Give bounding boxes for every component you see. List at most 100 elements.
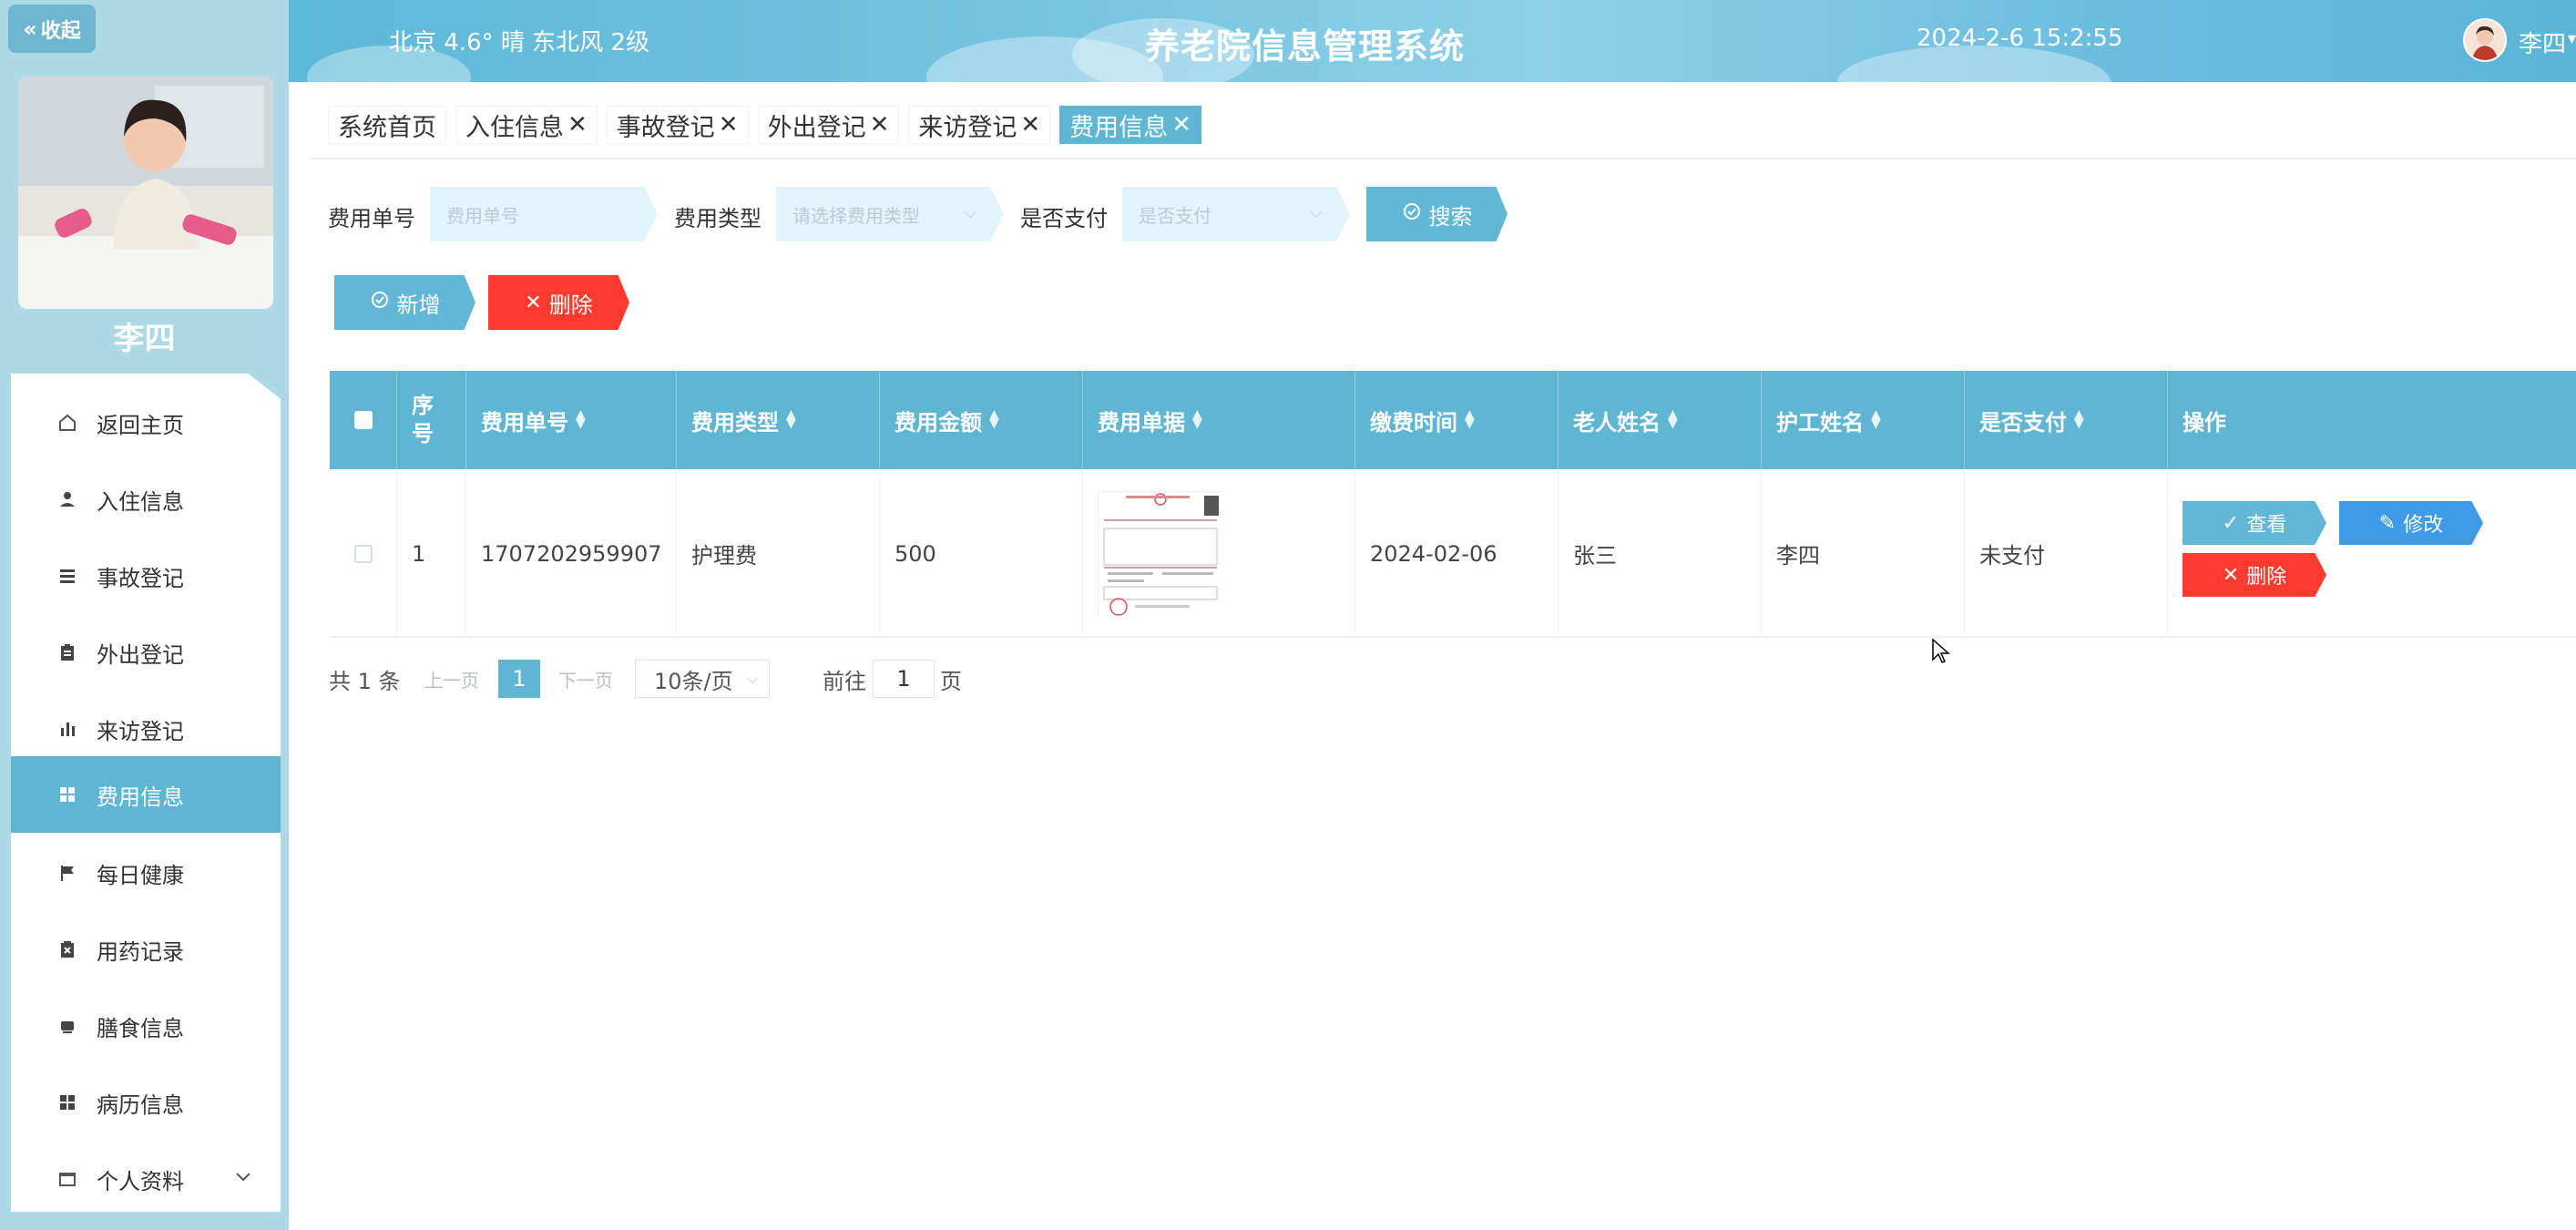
header-paid[interactable]: 是否支付 ▲ ▼ — [1965, 371, 2168, 469]
sidebar-item-outing[interactable]: 外出登记 — [11, 614, 281, 691]
list-icon — [55, 563, 80, 589]
tab-label: 费用信息 — [1069, 113, 1169, 142]
tab-home[interactable]: 系统首页 — [328, 106, 446, 144]
check-icon: ✓ — [2222, 511, 2240, 535]
close-icon[interactable]: ✕ — [567, 111, 588, 138]
close-icon[interactable]: ✕ — [719, 111, 739, 138]
wallet-icon — [55, 1166, 80, 1192]
prev-label: 上一页 — [424, 669, 479, 692]
pagination-prev[interactable]: 上一页 — [424, 658, 479, 700]
cell-receipt — [1083, 469, 1355, 638]
double-chevron-left-icon: « — [23, 15, 37, 42]
meal-icon — [55, 1013, 80, 1039]
close-icon[interactable]: ✕ — [1020, 111, 1040, 138]
tab-accident[interactable]: 事故登记 ✕ — [606, 106, 749, 144]
sidebar-item-label: 个人资料 — [97, 1168, 184, 1194]
header-label: 缴费时间 — [1370, 409, 1457, 436]
view-button[interactable]: ✓ 查看 — [2182, 501, 2326, 545]
fee-type-select[interactable]: 请选择费用类型 ⌵ — [776, 187, 1004, 241]
chevron-down-icon[interactable] — [233, 1166, 253, 1192]
sidebar-item-home[interactable]: 返回主页 — [11, 384, 281, 461]
pagination-next[interactable]: 下一页 — [558, 658, 613, 700]
cell-paid: 未支付 — [1965, 469, 2168, 638]
header-receipt[interactable]: 费用单据 ▲ ▼ — [1083, 371, 1355, 469]
header-index: 序号 — [397, 371, 466, 469]
sidebar-item-label: 膳食信息 — [97, 1015, 184, 1041]
grid-icon — [55, 782, 80, 807]
table-row: 1 1707202959907 护理费 500 2024-02-06 张三 李四… — [330, 469, 2576, 638]
delete-button-label: 删除 — [2246, 566, 2287, 589]
tab-visit[interactable]: 来访登记 ✕ — [908, 106, 1051, 144]
sidebar-item-label: 事故登记 — [97, 565, 184, 591]
header-amount[interactable]: 费用金额 ▲ ▼ — [880, 371, 1083, 469]
close-icon: ✕ — [2222, 563, 2240, 587]
table-header: 序号 费用单号 ▲ ▼ 费用类型 ▲ ▼ 费用金额 ▲ ▼ 费用单据 ▲ ▼ 缴费时间 … — [330, 371, 2576, 469]
sidebar-item-accident[interactable]: 事故登记 — [11, 538, 281, 614]
top-header: 北京 4.6° 晴 东北风 2级 养老院信息管理系统 2024-2-6 15:2… — [289, 0, 2576, 82]
header-label: 老人姓名 — [1573, 409, 1661, 436]
current-page: 1 — [498, 660, 540, 698]
mouse-cursor-icon — [1931, 638, 1951, 669]
chevron-down-icon: ⌵ — [1310, 203, 1323, 222]
header-user-name[interactable]: 李四 — [2519, 26, 2566, 59]
header-elder-name[interactable]: 老人姓名 ▲ ▼ — [1559, 371, 1762, 469]
goto-page-input[interactable]: 1 — [873, 658, 935, 700]
home-icon — [55, 410, 80, 436]
close-icon[interactable]: ✕ — [870, 111, 890, 138]
sort-icon[interactable]: ▲ ▼ — [1668, 408, 1678, 430]
edit-button[interactable]: ✎ 修改 — [2339, 501, 2483, 545]
sidebar-item-profile[interactable]: 个人资料 — [11, 1141, 281, 1212]
tab-checkin[interactable]: 入住信息 ✕ — [455, 106, 598, 144]
user-icon — [55, 487, 80, 512]
edit-icon: ✎ — [2378, 511, 2397, 535]
row-delete-button[interactable]: ✕ 删除 — [2182, 553, 2326, 597]
select-all-checkbox[interactable] — [353, 411, 373, 429]
search-button[interactable]: 搜索 — [1366, 187, 1508, 241]
paid-select[interactable]: 是否支付 ⌵ — [1122, 187, 1350, 241]
header-caregiver-name[interactable]: 护工姓名 ▲ ▼ — [1762, 371, 1965, 469]
fee-no-input[interactable]: 费用单号 — [430, 187, 658, 241]
close-icon[interactable]: ✕ — [1171, 111, 1191, 138]
grid-icon — [55, 1090, 80, 1115]
sort-icon[interactable]: ▲ ▼ — [989, 408, 999, 430]
header-label: 护工姓名 — [1776, 409, 1864, 436]
page-size-select[interactable]: 10条/页 ⌵ — [635, 658, 770, 700]
cell-amount: 500 — [880, 469, 1083, 638]
pagination-page-1[interactable]: 1 — [498, 658, 540, 700]
sidebar-item-records[interactable]: 病历信息 — [11, 1064, 281, 1141]
sidebar-item-fee[interactable]: 费用信息 — [11, 756, 281, 833]
sort-icon[interactable]: ▲ ▼ — [786, 408, 796, 430]
batch-delete-button[interactable]: ✕ 删除 — [488, 275, 629, 330]
sidebar-item-checkin[interactable]: 入住信息 — [11, 461, 281, 538]
row-select-cell — [330, 469, 397, 638]
sort-icon[interactable]: ▲ ▼ — [2074, 408, 2084, 430]
tab-label: 入住信息 — [465, 113, 564, 142]
paid-placeholder: 是否支付 — [1139, 204, 1211, 227]
header-fee-no[interactable]: 费用单号 ▲ ▼ — [466, 371, 677, 469]
sidebar-item-health[interactable]: 每日健康 — [11, 835, 281, 911]
sort-icon[interactable]: ▲ ▼ — [1465, 408, 1475, 430]
tab-label: 事故登记 — [616, 113, 715, 142]
header-paid-time[interactable]: 缴费时间 ▲ ▼ — [1355, 371, 1559, 469]
tab-bar: 系统首页 入住信息 ✕ 事故登记 ✕ 外出登记 ✕ 来访登记 ✕ 费用信息 ✕ — [328, 106, 1201, 144]
tab-fee[interactable]: 费用信息 ✕ — [1059, 106, 1201, 144]
add-button[interactable]: 新增 — [334, 275, 475, 330]
edit-button-label: 修改 — [2403, 514, 2444, 537]
sort-icon[interactable]: ▲ ▼ — [576, 408, 586, 430]
sort-icon[interactable]: ▲ ▼ — [1192, 408, 1202, 430]
header-fee-type[interactable]: 费用类型 ▲ ▼ — [677, 371, 880, 469]
collapse-sidebar-button[interactable]: « 收起 — [8, 5, 96, 53]
sidebar-item-meal[interactable]: 膳食信息 — [11, 988, 281, 1064]
avatar[interactable] — [2463, 18, 2507, 62]
caret-down-icon[interactable]: ▾ — [2568, 29, 2576, 48]
tab-outing[interactable]: 外出登记 ✕ — [757, 106, 900, 144]
page-size-box: 10条/页 ⌵ — [635, 660, 770, 698]
sidebar-item-medication[interactable]: 用药记录 — [11, 911, 281, 988]
receipt-thumbnail[interactable] — [1098, 490, 1222, 618]
header-label: 费用单据 — [1098, 409, 1185, 436]
chevron-down-icon: ⌵ — [746, 670, 758, 687]
cell-elder-name: 张三 — [1559, 469, 1762, 638]
check-circle-icon — [1402, 201, 1422, 227]
sort-icon[interactable]: ▲ ▼ — [1871, 408, 1881, 430]
row-checkbox[interactable] — [353, 544, 373, 563]
